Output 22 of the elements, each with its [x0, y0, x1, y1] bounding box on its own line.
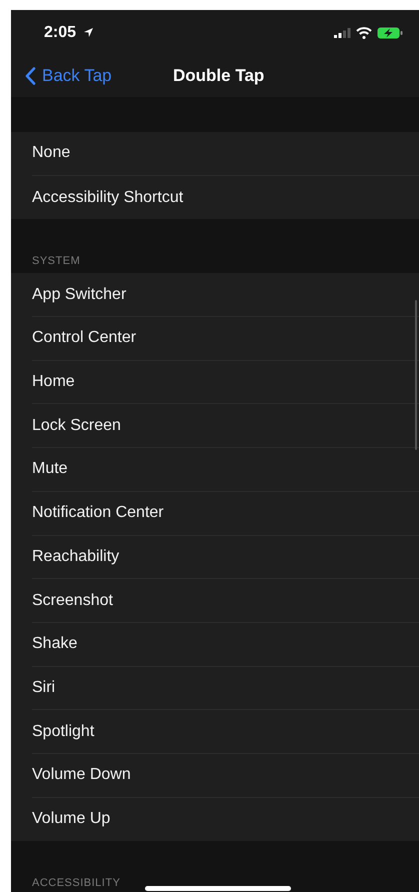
wifi-icon [356, 26, 372, 38]
section-header: SYSTEM [32, 255, 80, 268]
option-row[interactable]: Volume Down [32, 754, 419, 798]
option-row[interactable]: Reachability [32, 536, 419, 580]
battery-charging-icon [377, 26, 403, 38]
option-row[interactable]: Shake [32, 622, 419, 667]
chevron-left-icon [25, 67, 36, 85]
option-row[interactable]: Screenshot [32, 579, 419, 623]
option-row[interactable]: Spotlight [32, 710, 419, 754]
option-row[interactable]: None [32, 132, 419, 176]
status-time: 2:05 [44, 24, 76, 42]
option-row[interactable]: Mute [32, 448, 419, 492]
location-arrow-icon [83, 27, 94, 38]
section-header: ACCESSIBILITY [32, 877, 120, 890]
back-button[interactable]: Back Tap [11, 66, 112, 86]
option-row[interactable]: Accessibility Shortcut [32, 176, 419, 220]
option-row[interactable]: Notification Center [32, 492, 419, 536]
option-row[interactable]: App Switcher [32, 273, 419, 318]
option-row[interactable]: Volume Up [32, 798, 419, 842]
page-title: Double Tap [173, 66, 264, 86]
option-row[interactable]: Siri [32, 666, 419, 710]
signal-icon [334, 28, 351, 38]
